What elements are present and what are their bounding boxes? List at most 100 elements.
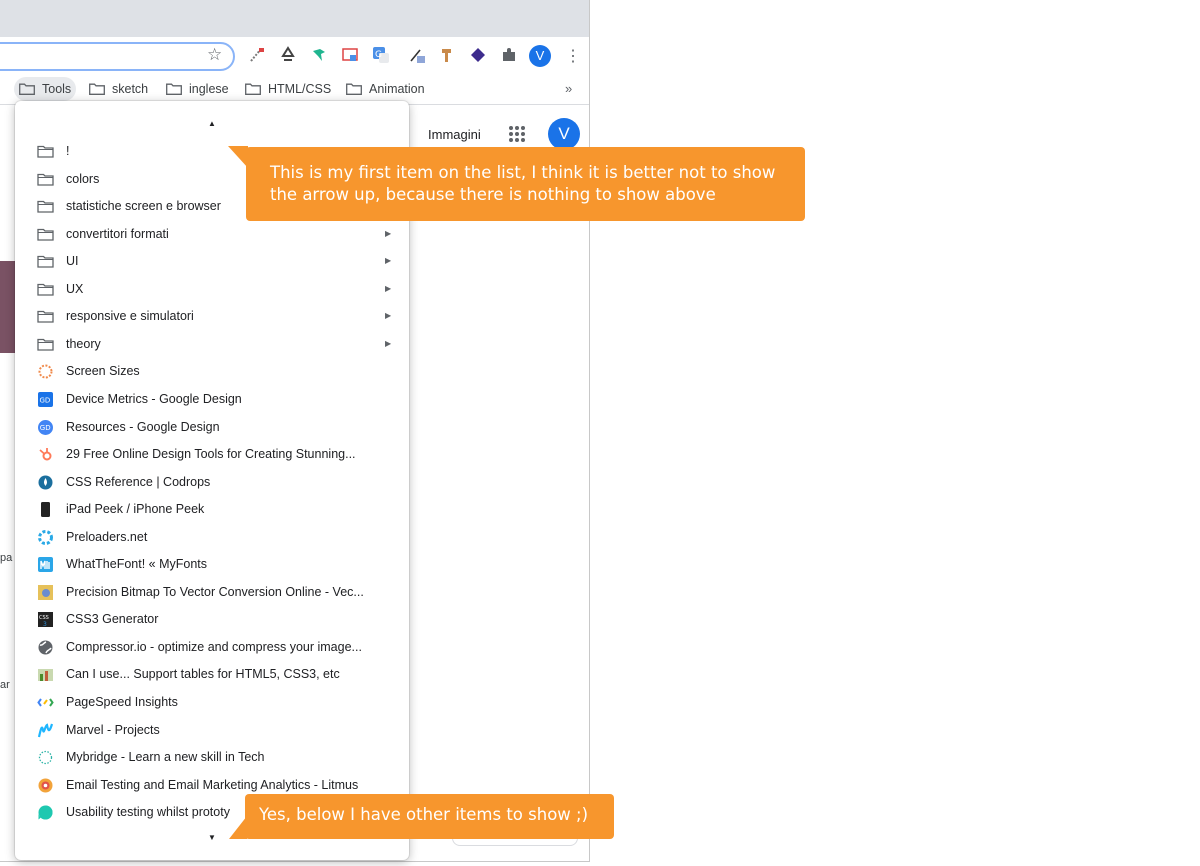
submenu-arrow-icon: ▶ [385,283,392,293]
menu-bookmark-item[interactable]: 29 Free Online Design Tools for Creating… [15,441,409,468]
pagespeed-icon [37,694,54,711]
svg-text:3: 3 [43,621,47,628]
menu-item-label: Resources - Google Design [66,419,220,434]
hammer-icon[interactable] [438,46,456,64]
menu-item-label: theory [66,336,101,351]
address-bar[interactable] [0,42,235,71]
usability-icon [37,804,54,821]
menu-bookmark-item[interactable]: CSS 3 CSS3 Generator [15,606,409,633]
scroll-down-arrow-icon[interactable]: ▼ [208,833,216,842]
menu-bookmark-item[interactable]: Precision Bitmap To Vector Conversion On… [15,579,409,606]
bookmark-folder-html-css[interactable]: HTML/CSS [240,77,336,101]
menu-item-label: Mybridge - Learn a new skill in Tech [66,750,265,765]
page-text-fragment: pa [0,552,13,564]
folder-icon [37,253,54,270]
menu-bookmark-item[interactable]: CSS Reference | Codrops [15,469,409,496]
folder-icon [37,226,54,243]
menu-folder-item[interactable]: theory ▶ [15,331,409,358]
browser-toolbar: ☆ G V ⋮ [0,37,589,75]
folder-icon [37,308,54,325]
hubspot-icon [37,446,54,463]
menu-folder-item[interactable]: UI ▶ [15,248,409,275]
bird-icon[interactable] [310,46,328,64]
star-icon[interactable]: ☆ [207,45,222,65]
menu-item-label: Compressor.io - optimize and compress yo… [66,639,362,654]
folder-icon [166,83,182,95]
menu-item-label: Device Metrics - Google Design [66,391,242,406]
menu-item-label: responsive e simulatori [66,309,194,324]
submenu-arrow-icon: ▶ [385,228,392,238]
folder-icon [245,83,261,95]
codrops-icon [37,474,54,491]
menu-bookmark-item[interactable]: Compressor.io - optimize and compress yo… [15,634,409,661]
menu-item-label: UX [66,281,84,296]
folder-icon [37,198,54,215]
menu-bookmark-item[interactable]: WhatTheFont! « MyFonts [15,551,409,578]
bookmark-folder-sketch[interactable]: sketch [84,77,153,101]
menu-item-label: convertitori formati [66,226,169,241]
mybridge-icon [37,749,54,766]
folder-icon [19,83,35,95]
submenu-arrow-icon: ▶ [385,256,392,266]
menu-item-label: UI [66,254,79,269]
menu-bookmark-item[interactable]: GD Resources - Google Design [15,414,409,441]
menu-folder-item[interactable]: responsive e simulatori ▶ [15,303,409,330]
google-design-icon: GD [37,391,54,408]
menu-bookmark-item[interactable]: GD Device Metrics - Google Design [15,386,409,413]
menu-item-label: statistiche screen e browser [66,199,221,214]
profile-avatar[interactable]: V [529,45,551,67]
menu-kebab-icon[interactable]: ⋮ [565,46,581,66]
submenu-arrow-icon: ▶ [385,338,392,348]
translate-icon[interactable]: G [372,46,390,64]
screenshot-icon[interactable] [341,46,359,64]
bookmark-label: Tools [42,82,72,96]
menu-item-label: iPad Peek / iPhone Peek [66,502,205,517]
bookmark-folder-tools[interactable]: Tools [14,77,77,101]
apps-grid-icon[interactable] [509,126,525,142]
folder-icon [346,83,362,95]
menu-item-label: Usability testing whilst prototy [66,805,230,820]
menu-item-label: CSS3 Generator [66,612,159,627]
menu-item-label: colors [66,171,100,186]
marvel-icon [37,722,54,739]
menu-bookmark-item[interactable]: Marvel - Projects [15,717,409,744]
account-avatar[interactable]: V [548,118,580,150]
bookmark-folder-animation[interactable]: Animation [341,77,430,101]
menu-item-label: 29 Free Online Design Tools for Creating… [66,447,356,462]
svg-text:G: G [375,50,382,60]
menu-bookmark-item[interactable]: Preloaders.net [15,524,409,551]
ipad-icon [37,501,54,518]
scroll-up-arrow-icon[interactable]: ▲ [208,119,216,128]
globe-icon [37,639,54,656]
bookmark-label: HTML/CSS [268,82,332,96]
menu-bookmark-item[interactable]: Can I use... Support tables for HTML5, C… [15,661,409,688]
menu-bookmark-item[interactable]: iPad Peek / iPhone Peek [15,496,409,523]
eyedropper-icon[interactable] [408,46,426,64]
images-link[interactable]: Immagini [428,127,481,142]
litmus-icon [37,777,54,794]
folder-icon [37,281,54,298]
bookmarks-overflow-icon[interactable]: » [565,81,572,96]
menu-item-label: WhatTheFont! « MyFonts [66,557,208,572]
puzzle-icon[interactable] [500,46,518,64]
bookmark-folder-inglese[interactable]: inglese [161,77,234,101]
menu-folder-item[interactable]: convertitori formati ▶ [15,221,409,248]
recycle-icon[interactable] [279,46,297,64]
menu-item-label: Email Testing and Email Marketing Analyt… [66,777,359,792]
page-text-fragment: ar [0,679,10,691]
layers-icon[interactable] [469,46,487,64]
callout-pointer [228,146,248,168]
menu-bookmark-item[interactable]: PageSpeed Insights [15,689,409,716]
vectorizer-icon [37,584,54,601]
menu-item-label: Marvel - Projects [66,722,160,737]
annotation-callout-bottom: Yes, below I have other items to show ;) [229,794,614,839]
menu-bookmark-item[interactable]: Mybridge - Learn a new skill in Tech [15,744,409,771]
callout-text: Yes, below I have other items to show ;) [259,805,589,824]
folder-icon [37,336,54,353]
submenu-arrow-icon: ▶ [385,311,392,321]
svg-text:GD: GD [40,396,51,404]
paint-brush-icon[interactable] [248,46,266,64]
menu-folder-item[interactable]: UX ▶ [15,276,409,303]
menu-item-label: ! [66,144,70,158]
menu-bookmark-item[interactable]: Screen Sizes [15,358,409,385]
